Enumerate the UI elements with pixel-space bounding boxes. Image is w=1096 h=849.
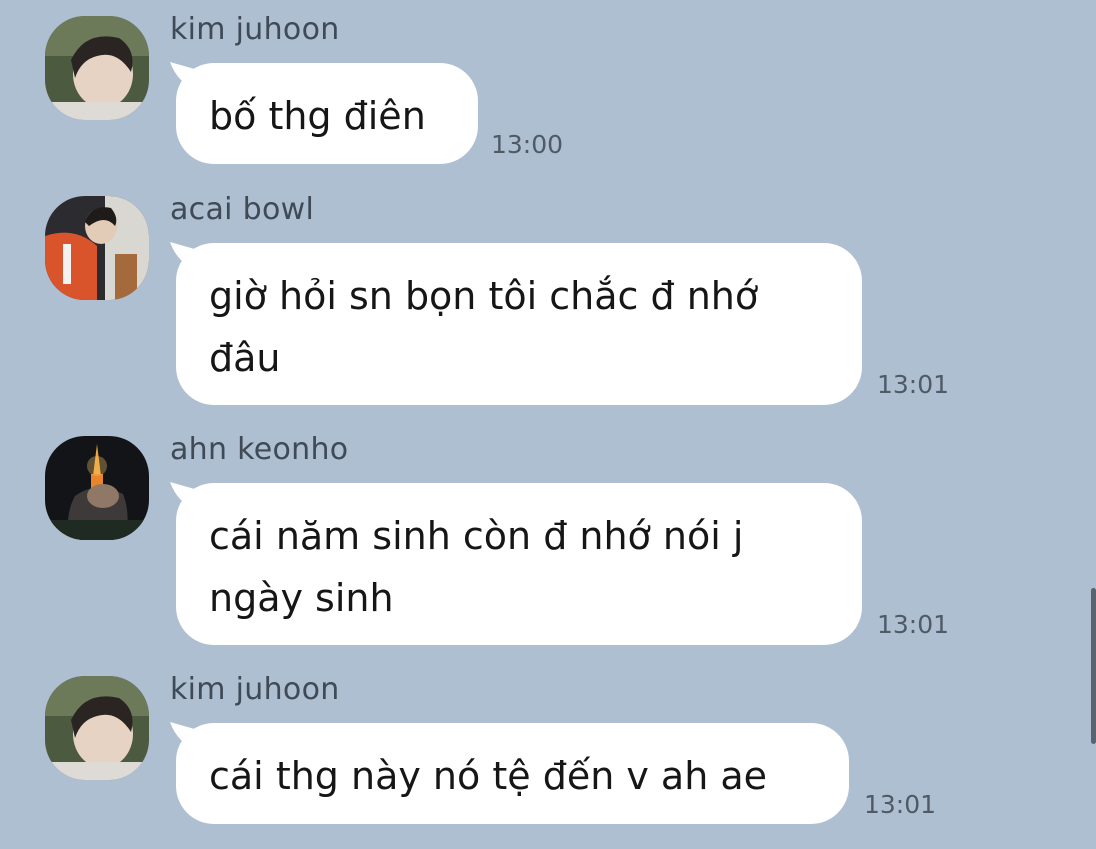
message-bubble[interactable]: cái năm sinh còn đ nhớ nói j ngày sinh (176, 483, 862, 645)
sender-name: kim juhoon (170, 672, 340, 707)
avatar[interactable] (45, 16, 149, 120)
message-bubble[interactable]: bố thg điên (176, 63, 478, 164)
message-timestamp: 13:01 (877, 370, 950, 399)
message-row: acai bowl giờ hỏi sn bọn tôi chắc đ nhớ … (0, 192, 1096, 406)
profile-photo-icon (45, 436, 149, 540)
message-text: cái năm sinh còn đ nhớ nói j ngày sinh (209, 514, 744, 620)
avatar[interactable] (45, 436, 149, 540)
message-row: kim juhoon bố thg điên 13:00 (0, 12, 1096, 166)
message-timestamp: 13:01 (864, 790, 937, 819)
profile-photo-icon (45, 196, 149, 300)
scrollbar-thumb[interactable] (1091, 588, 1096, 744)
message-timestamp: 13:01 (877, 610, 950, 639)
profile-photo-icon (45, 676, 149, 780)
avatar[interactable] (45, 676, 149, 780)
message-timestamp: 13:00 (491, 130, 564, 159)
sender-name: acai bowl (170, 192, 315, 227)
avatar[interactable] (45, 196, 149, 300)
chat-message-list[interactable]: kim juhoon bố thg điên 13:00 acai bowl g… (0, 0, 1096, 849)
profile-photo-icon (45, 16, 149, 120)
sender-name: kim juhoon (170, 12, 340, 47)
message-bubble[interactable]: cái thg này nó tệ đến v ah ae (176, 723, 849, 824)
message-row: ahn keonho cái năm sinh còn đ nhớ nói j … (0, 432, 1096, 646)
message-text: cái thg này nó tệ đến v ah ae (209, 754, 768, 798)
message-bubble[interactable]: giờ hỏi sn bọn tôi chắc đ nhớ đâu (176, 243, 862, 405)
sender-name: ahn keonho (170, 432, 349, 467)
message-row: kim juhoon cái thg này nó tệ đến v ah ae… (0, 672, 1096, 826)
message-text: bố thg điên (209, 94, 426, 138)
message-text: giờ hỏi sn bọn tôi chắc đ nhớ đâu (209, 274, 759, 380)
